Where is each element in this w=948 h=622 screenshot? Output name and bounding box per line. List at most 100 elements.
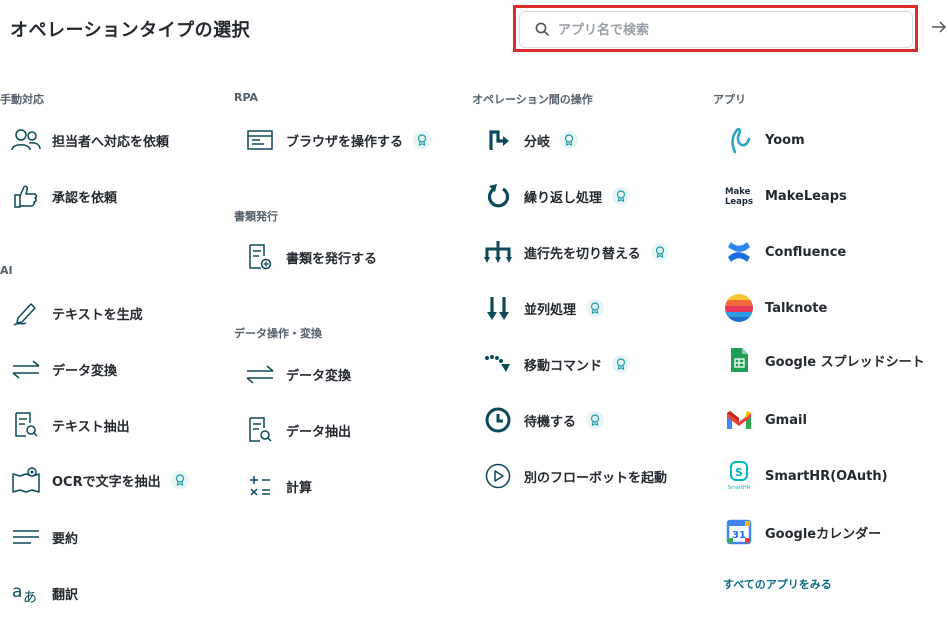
option-loop[interactable]: 繰り返し処理 <box>482 179 631 213</box>
option-label: データ変換 <box>286 368 352 384</box>
option-branch[interactable]: 分岐 <box>482 123 579 157</box>
category-heading-operation: オペレーション間の操作 <box>472 93 593 106</box>
option-label: 並列処理 <box>524 302 577 318</box>
loop-icon <box>482 180 514 212</box>
option-label: データ抽出 <box>286 424 352 440</box>
option-label: Gmail <box>765 412 807 428</box>
smarthr-logo-icon: S SmartHR <box>723 460 755 492</box>
app-smarthr[interactable]: S SmartHR SmartHR(OAuth) <box>723 459 888 493</box>
parallel-icon <box>482 292 514 324</box>
option-data-convert[interactable]: データ変換 <box>244 357 351 391</box>
search-icon <box>535 22 550 41</box>
option-translate[interactable]: aあ 翻訳 <box>10 576 78 610</box>
option-label: 書類を発行する <box>286 251 378 267</box>
google-sheets-logo-icon <box>723 344 755 376</box>
see-all-apps-link[interactable]: すべてのアプリをみる <box>723 576 832 592</box>
yoom-logo-icon <box>723 124 755 156</box>
swap-arrows-icon <box>244 358 276 390</box>
search-box[interactable] <box>519 11 913 48</box>
talknote-logo-icon <box>723 292 755 324</box>
smarthr-logo-text: SmartHR <box>728 485 751 491</box>
option-label: Confluence <box>765 244 847 260</box>
option-parallel[interactable]: 並列処理 <box>482 291 605 325</box>
document-search-icon <box>10 409 42 441</box>
people-icon <box>10 124 42 156</box>
option-label: ブラウザを操作する <box>286 134 404 150</box>
ocr-icon <box>10 464 42 496</box>
makeleaps-logo-icon: Make Leaps <box>723 180 755 212</box>
option-wait[interactable]: 待機する <box>482 403 605 437</box>
summary-lines-icon <box>10 521 42 553</box>
option-label: Yoom <box>765 132 805 148</box>
option-label: テキスト抽出 <box>52 419 130 435</box>
option-label: 待機する <box>524 414 577 430</box>
option-move-command[interactable]: 移動コマンド <box>482 347 631 381</box>
option-label: Googleカレンダー <box>765 526 882 542</box>
option-label: 担当者へ対応を依頼 <box>52 134 170 150</box>
option-label: Google スプレッドシート <box>765 354 925 370</box>
option-label: データ変換 <box>52 363 118 379</box>
option-label: 別のフローボットを起動 <box>524 470 668 486</box>
option-data-extract[interactable]: データ抽出 <box>244 413 351 447</box>
google-calendar-logo-icon: 31 <box>723 516 755 548</box>
premium-badge-icon <box>612 187 631 205</box>
category-heading-ai: AI <box>0 264 13 277</box>
document-add-icon <box>244 241 276 273</box>
play-circle-icon <box>482 460 514 492</box>
option-label: 要約 <box>52 531 79 547</box>
option-label: Talknote <box>765 300 828 316</box>
premium-badge-icon <box>413 131 432 149</box>
option-label: SmartHR(OAuth) <box>765 468 888 484</box>
app-confluence[interactable]: Confluence <box>723 235 846 269</box>
browser-icon <box>244 124 276 156</box>
option-switch-route[interactable]: 進行先を切り替える <box>482 235 669 269</box>
option-data-convert-ai[interactable]: データ変換 <box>10 352 117 386</box>
switch-route-icon <box>482 236 514 268</box>
option-browser-operate[interactable]: ブラウザを操作する <box>244 123 432 157</box>
option-label: 承認を依頼 <box>52 190 118 206</box>
premium-badge-icon <box>650 243 669 261</box>
option-request-handler[interactable]: 担当者へ対応を依頼 <box>10 123 169 157</box>
svg-text:S: S <box>735 466 743 479</box>
option-calculate[interactable]: 計算 <box>244 469 312 503</box>
option-label: OCRで文字を抽出 <box>52 474 161 490</box>
option-label: 翻訳 <box>52 587 79 603</box>
option-text-extract[interactable]: テキスト抽出 <box>10 408 130 442</box>
app-google-sheets[interactable]: Google スプレッドシート <box>723 343 925 377</box>
premium-badge-icon <box>586 411 605 429</box>
clock-icon <box>482 404 514 436</box>
app-google-calendar[interactable]: 31 Googleカレンダー <box>723 515 881 549</box>
calculator-icon <box>244 470 276 502</box>
app-talknote[interactable]: Talknote <box>723 291 827 325</box>
option-generate-text[interactable]: テキストを生成 <box>10 296 143 330</box>
category-heading-data-ops: データ操作・変換 <box>234 327 322 340</box>
option-label: 分岐 <box>524 134 551 150</box>
option-launch-flowbot[interactable]: 別のフローボットを起動 <box>482 459 667 493</box>
option-label: テキストを生成 <box>52 307 143 323</box>
pen-icon <box>10 297 42 329</box>
option-label: MakeLeaps <box>765 188 847 204</box>
premium-badge-icon <box>170 471 189 489</box>
app-yoom[interactable]: Yoom <box>723 123 805 157</box>
search-input[interactable] <box>556 18 900 42</box>
page-title: オペレーションタイプの選択 <box>10 20 251 41</box>
option-label: 進行先を切り替える <box>524 246 641 262</box>
arrow-right-icon[interactable] <box>931 19 947 39</box>
move-icon <box>482 348 514 380</box>
gmail-logo-icon <box>723 404 755 436</box>
category-heading-document: 書類発行 <box>234 210 278 223</box>
option-label: 計算 <box>286 480 313 496</box>
google-calendar-logo-text: 31 <box>732 530 746 541</box>
option-ocr-extract[interactable]: OCRで文字を抽出 <box>10 463 189 497</box>
premium-badge-icon <box>560 131 579 149</box>
option-issue-document[interactable]: 書類を発行する <box>244 240 377 274</box>
thumbs-up-icon <box>10 180 42 212</box>
app-makeleaps[interactable]: Make Leaps MakeLeaps <box>723 179 847 213</box>
category-heading-rpa: RPA <box>234 91 259 104</box>
app-gmail[interactable]: Gmail <box>723 403 807 437</box>
branch-icon <box>482 124 514 156</box>
category-heading-apps: アプリ <box>713 93 746 106</box>
translate-icon: aあ <box>10 577 42 609</box>
option-summarize[interactable]: 要約 <box>10 520 78 554</box>
option-request-approval[interactable]: 承認を依頼 <box>10 179 117 213</box>
